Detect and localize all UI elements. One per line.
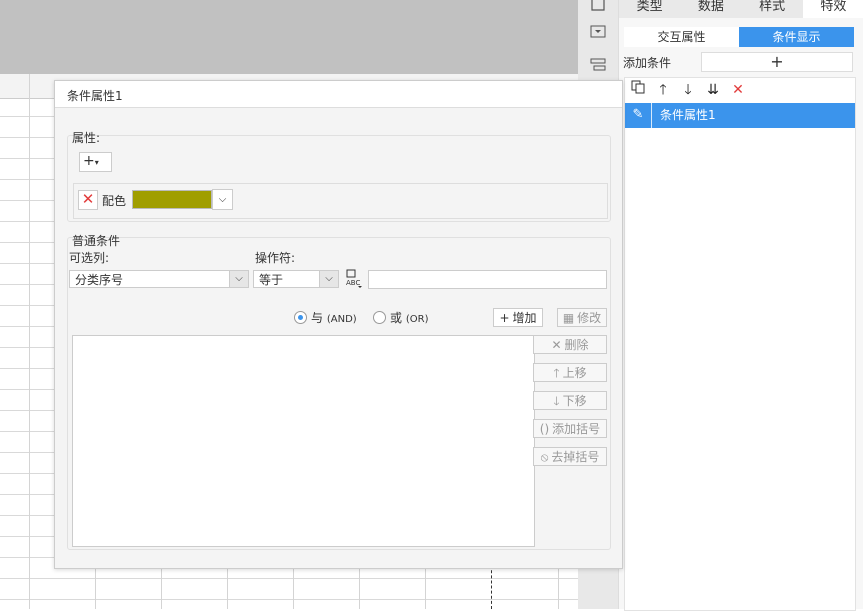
tab-type[interactable]: 类型 [619,0,681,18]
add-condition-label: 添加条件 [623,56,672,70]
dialog-titlebar: 条件属性1 [55,81,622,108]
move-up-button[interactable]: 🡑 上移 [533,363,607,382]
edit-pencil-icon[interactable]: ✎ [629,106,647,124]
add-condition-item-button[interactable]: + 增加 [493,308,543,327]
operator-label: 操作符: [255,251,296,265]
plus-icon: + [83,153,95,169]
grid-line [29,74,30,609]
condition-list: 🡑 🡓 ⇊ ✕ ✎ 条件属性1 [624,77,856,611]
operator-select[interactable]: 等于 ⌵ [253,270,339,288]
add-bracket-button-label: 添加括号 [552,422,601,436]
chevron-down-icon: ▾ [94,158,99,167]
modify-button[interactable]: ▦ 修改 [557,308,607,327]
column-select-value: 分类序号 [75,273,124,287]
list-item[interactable]: ✎ 条件属性1 [625,103,855,128]
copy-icon[interactable] [629,80,647,100]
move-down-button[interactable]: 🡓 下移 [533,391,607,410]
remove-bracket-button[interactable]: ⦸ 去掉括号 [533,447,607,466]
value-type-icon[interactable]: ABC [345,269,363,289]
column-select[interactable]: 分类序号 ⌵ [69,270,249,288]
move-up-icon[interactable]: 🡑 [654,80,672,100]
radio-or-suffix: (OR) [405,314,429,325]
column-label: 可选列: [69,251,110,265]
add-attribute-dropdown[interactable]: +▾ [79,152,112,172]
bracket-icon: () [539,422,550,436]
subtab-interaction[interactable]: 交互属性 [624,27,739,47]
tab-style[interactable]: 样式 [741,0,803,18]
divider [651,103,652,128]
close-icon: ✕ [551,338,562,352]
list-item-label: 条件属性1 [660,108,716,122]
frame-icon[interactable] [588,0,608,18]
radio-unchecked-icon [373,311,386,324]
color-dropdown-button[interactable]: ⌵ [212,189,233,210]
remove-attribute-button[interactable]: ✕ [78,190,98,210]
tab-effects[interactable]: 特效 [802,0,863,18]
delete-button[interactable]: ✕ 删除 [533,335,607,354]
add-condition-button[interactable]: + [701,52,853,72]
radio-and[interactable]: 与 (AND) [294,311,357,327]
arrow-up-icon: 🡑 [553,366,560,380]
radio-or-label: 或 [390,311,403,325]
sort-icon[interactable]: ⇊ [704,80,722,100]
tab-data[interactable]: 数据 [680,0,742,18]
svg-text:ABC: ABC [346,279,360,287]
attribute-group-label: 属性: [72,131,101,145]
effect-subtabs: 交互属性 条件显示 [624,27,854,47]
arrow-down-icon: 🡓 [553,394,560,408]
radio-and-suffix: (AND) [326,314,357,325]
remove-bracket-icon: ⦸ [540,450,549,464]
condition-list-box[interactable] [72,335,535,547]
operator-select-value: 等于 [259,273,284,287]
chevron-down-icon: ⌵ [229,271,248,287]
condition-value-input[interactable] [368,270,607,289]
condition-attribute-dialog: 条件属性1 属性: +▾ ✕ 配色 ⌵ 普通条件 可选列: 操作符: 分类序号 … [54,80,623,569]
condition-list-toolbar: 🡑 🡓 ⇊ ✕ [629,80,747,100]
delete-icon[interactable]: ✕ [729,80,747,100]
canvas-gray-area [0,0,578,74]
move-down-icon[interactable]: 🡓 [679,80,697,100]
radio-checked-icon [294,311,307,324]
modify-icon: ▦ [562,311,575,325]
radio-and-label: 与 [311,311,324,325]
add-bracket-button[interactable]: () 添加括号 [533,419,607,438]
color-label: 配色 [102,194,127,208]
panel-tabs: 类型 数据 样式 特效 [619,0,863,18]
property-panel: 类型 数据 样式 特效 交互属性 条件显示 添加条件 + 🡑 🡓 ⇊ ✕ ✎ 条… [618,0,863,611]
subtab-conditional-display[interactable]: 条件显示 [739,27,854,47]
color-attribute-row: ✕ 配色 ⌵ [73,183,608,219]
color-swatch[interactable] [132,190,212,209]
add-button-label: 增加 [512,311,537,325]
move-down-button-label: 下移 [562,394,587,408]
dropdown-box-icon[interactable] [588,25,608,43]
radio-or[interactable]: 或 (OR) [373,311,428,327]
plus-icon: + [499,311,510,325]
dialog-title: 条件属性1 [67,89,123,103]
remove-bracket-button-label: 去掉括号 [551,450,600,464]
align-icon[interactable] [588,58,608,76]
modify-button-label: 修改 [577,311,602,325]
delete-button-label: 删除 [564,338,589,352]
chevron-down-icon: ⌵ [319,271,338,287]
move-up-button-label: 上移 [562,366,587,380]
general-condition-label: 普通条件 [72,234,121,248]
